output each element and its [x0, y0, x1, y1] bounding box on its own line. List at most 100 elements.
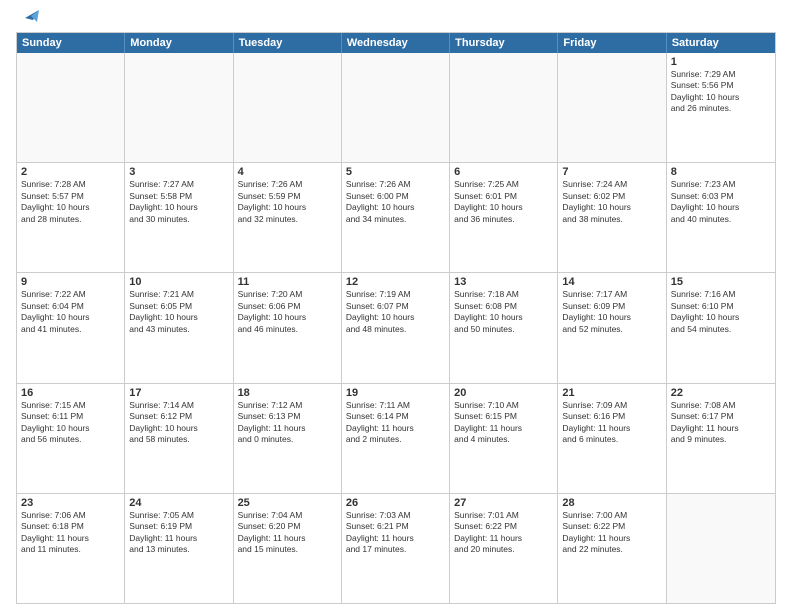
day-info: Sunrise: 7:25 AM Sunset: 6:01 PM Dayligh…: [454, 179, 553, 225]
header: [16, 12, 776, 26]
day-info: Sunrise: 7:09 AM Sunset: 6:16 PM Dayligh…: [562, 400, 661, 446]
calendar-day-24: 24Sunrise: 7:05 AM Sunset: 6:19 PM Dayli…: [125, 494, 233, 603]
calendar-day-9: 9Sunrise: 7:22 AM Sunset: 6:04 PM Daylig…: [17, 273, 125, 382]
day-number: 26: [346, 497, 445, 509]
calendar-day-empty-r0c1: [125, 53, 233, 162]
day-info: Sunrise: 7:16 AM Sunset: 6:10 PM Dayligh…: [671, 289, 771, 335]
day-info: Sunrise: 7:12 AM Sunset: 6:13 PM Dayligh…: [238, 400, 337, 446]
day-info: Sunrise: 7:00 AM Sunset: 6:22 PM Dayligh…: [562, 510, 661, 556]
logo: [16, 12, 39, 26]
calendar-day-empty-r0c4: [450, 53, 558, 162]
day-info: Sunrise: 7:03 AM Sunset: 6:21 PM Dayligh…: [346, 510, 445, 556]
calendar-day-20: 20Sunrise: 7:10 AM Sunset: 6:15 PM Dayli…: [450, 384, 558, 493]
day-info: Sunrise: 7:18 AM Sunset: 6:08 PM Dayligh…: [454, 289, 553, 335]
calendar-day-empty-r0c2: [234, 53, 342, 162]
day-number: 20: [454, 387, 553, 399]
day-info: Sunrise: 7:22 AM Sunset: 6:04 PM Dayligh…: [21, 289, 120, 335]
calendar-header-wednesday: Wednesday: [342, 33, 450, 53]
day-number: 11: [238, 276, 337, 288]
day-info: Sunrise: 7:05 AM Sunset: 6:19 PM Dayligh…: [129, 510, 228, 556]
calendar-day-empty-r4c6: [667, 494, 775, 603]
page: SundayMondayTuesdayWednesdayThursdayFrid…: [0, 0, 792, 612]
calendar-day-21: 21Sunrise: 7:09 AM Sunset: 6:16 PM Dayli…: [558, 384, 666, 493]
day-info: Sunrise: 7:04 AM Sunset: 6:20 PM Dayligh…: [238, 510, 337, 556]
calendar-day-11: 11Sunrise: 7:20 AM Sunset: 6:06 PM Dayli…: [234, 273, 342, 382]
day-number: 15: [671, 276, 771, 288]
calendar-header-thursday: Thursday: [450, 33, 558, 53]
day-number: 25: [238, 497, 337, 509]
calendar-day-28: 28Sunrise: 7:00 AM Sunset: 6:22 PM Dayli…: [558, 494, 666, 603]
calendar-row-3: 9Sunrise: 7:22 AM Sunset: 6:04 PM Daylig…: [17, 273, 775, 383]
day-info: Sunrise: 7:29 AM Sunset: 5:56 PM Dayligh…: [671, 69, 771, 115]
calendar-row-1: 1Sunrise: 7:29 AM Sunset: 5:56 PM Daylig…: [17, 53, 775, 163]
day-info: Sunrise: 7:01 AM Sunset: 6:22 PM Dayligh…: [454, 510, 553, 556]
calendar-day-26: 26Sunrise: 7:03 AM Sunset: 6:21 PM Dayli…: [342, 494, 450, 603]
day-number: 28: [562, 497, 661, 509]
day-number: 23: [21, 497, 120, 509]
calendar: SundayMondayTuesdayWednesdayThursdayFrid…: [16, 32, 776, 604]
day-number: 21: [562, 387, 661, 399]
day-info: Sunrise: 7:08 AM Sunset: 6:17 PM Dayligh…: [671, 400, 771, 446]
calendar-row-5: 23Sunrise: 7:06 AM Sunset: 6:18 PM Dayli…: [17, 494, 775, 603]
day-info: Sunrise: 7:15 AM Sunset: 6:11 PM Dayligh…: [21, 400, 120, 446]
calendar-day-2: 2Sunrise: 7:28 AM Sunset: 5:57 PM Daylig…: [17, 163, 125, 272]
calendar-header-row: SundayMondayTuesdayWednesdayThursdayFrid…: [17, 33, 775, 53]
day-number: 13: [454, 276, 553, 288]
day-info: Sunrise: 7:10 AM Sunset: 6:15 PM Dayligh…: [454, 400, 553, 446]
day-info: Sunrise: 7:24 AM Sunset: 6:02 PM Dayligh…: [562, 179, 661, 225]
day-number: 14: [562, 276, 661, 288]
calendar-day-empty-r0c3: [342, 53, 450, 162]
calendar-day-25: 25Sunrise: 7:04 AM Sunset: 6:20 PM Dayli…: [234, 494, 342, 603]
calendar-day-4: 4Sunrise: 7:26 AM Sunset: 5:59 PM Daylig…: [234, 163, 342, 272]
calendar-day-16: 16Sunrise: 7:15 AM Sunset: 6:11 PM Dayli…: [17, 384, 125, 493]
day-number: 5: [346, 166, 445, 178]
calendar-day-empty-r0c5: [558, 53, 666, 162]
day-info: Sunrise: 7:20 AM Sunset: 6:06 PM Dayligh…: [238, 289, 337, 335]
day-number: 19: [346, 387, 445, 399]
calendar-day-12: 12Sunrise: 7:19 AM Sunset: 6:07 PM Dayli…: [342, 273, 450, 382]
logo-bird-icon: [17, 10, 39, 26]
calendar-day-13: 13Sunrise: 7:18 AM Sunset: 6:08 PM Dayli…: [450, 273, 558, 382]
day-number: 9: [21, 276, 120, 288]
day-number: 17: [129, 387, 228, 399]
day-info: Sunrise: 7:11 AM Sunset: 6:14 PM Dayligh…: [346, 400, 445, 446]
calendar-day-27: 27Sunrise: 7:01 AM Sunset: 6:22 PM Dayli…: [450, 494, 558, 603]
day-info: Sunrise: 7:17 AM Sunset: 6:09 PM Dayligh…: [562, 289, 661, 335]
day-number: 16: [21, 387, 120, 399]
day-info: Sunrise: 7:19 AM Sunset: 6:07 PM Dayligh…: [346, 289, 445, 335]
day-number: 22: [671, 387, 771, 399]
calendar-row-4: 16Sunrise: 7:15 AM Sunset: 6:11 PM Dayli…: [17, 384, 775, 494]
calendar-header-friday: Friday: [558, 33, 666, 53]
calendar-day-22: 22Sunrise: 7:08 AM Sunset: 6:17 PM Dayli…: [667, 384, 775, 493]
calendar-day-5: 5Sunrise: 7:26 AM Sunset: 6:00 PM Daylig…: [342, 163, 450, 272]
calendar-day-3: 3Sunrise: 7:27 AM Sunset: 5:58 PM Daylig…: [125, 163, 233, 272]
day-info: Sunrise: 7:06 AM Sunset: 6:18 PM Dayligh…: [21, 510, 120, 556]
day-number: 24: [129, 497, 228, 509]
day-info: Sunrise: 7:14 AM Sunset: 6:12 PM Dayligh…: [129, 400, 228, 446]
calendar-day-10: 10Sunrise: 7:21 AM Sunset: 6:05 PM Dayli…: [125, 273, 233, 382]
day-info: Sunrise: 7:26 AM Sunset: 5:59 PM Dayligh…: [238, 179, 337, 225]
day-info: Sunrise: 7:26 AM Sunset: 6:00 PM Dayligh…: [346, 179, 445, 225]
calendar-day-15: 15Sunrise: 7:16 AM Sunset: 6:10 PM Dayli…: [667, 273, 775, 382]
calendar-day-empty-r0c0: [17, 53, 125, 162]
day-number: 8: [671, 166, 771, 178]
calendar-header-monday: Monday: [125, 33, 233, 53]
calendar-day-1: 1Sunrise: 7:29 AM Sunset: 5:56 PM Daylig…: [667, 53, 775, 162]
day-info: Sunrise: 7:23 AM Sunset: 6:03 PM Dayligh…: [671, 179, 771, 225]
calendar-header-sunday: Sunday: [17, 33, 125, 53]
calendar-day-17: 17Sunrise: 7:14 AM Sunset: 6:12 PM Dayli…: [125, 384, 233, 493]
day-number: 3: [129, 166, 228, 178]
calendar-day-19: 19Sunrise: 7:11 AM Sunset: 6:14 PM Dayli…: [342, 384, 450, 493]
day-number: 27: [454, 497, 553, 509]
day-number: 12: [346, 276, 445, 288]
calendar-header-saturday: Saturday: [667, 33, 775, 53]
calendar-day-6: 6Sunrise: 7:25 AM Sunset: 6:01 PM Daylig…: [450, 163, 558, 272]
day-number: 6: [454, 166, 553, 178]
calendar-row-2: 2Sunrise: 7:28 AM Sunset: 5:57 PM Daylig…: [17, 163, 775, 273]
day-info: Sunrise: 7:27 AM Sunset: 5:58 PM Dayligh…: [129, 179, 228, 225]
day-number: 7: [562, 166, 661, 178]
calendar-day-14: 14Sunrise: 7:17 AM Sunset: 6:09 PM Dayli…: [558, 273, 666, 382]
calendar-day-18: 18Sunrise: 7:12 AM Sunset: 6:13 PM Dayli…: [234, 384, 342, 493]
day-number: 18: [238, 387, 337, 399]
day-number: 4: [238, 166, 337, 178]
